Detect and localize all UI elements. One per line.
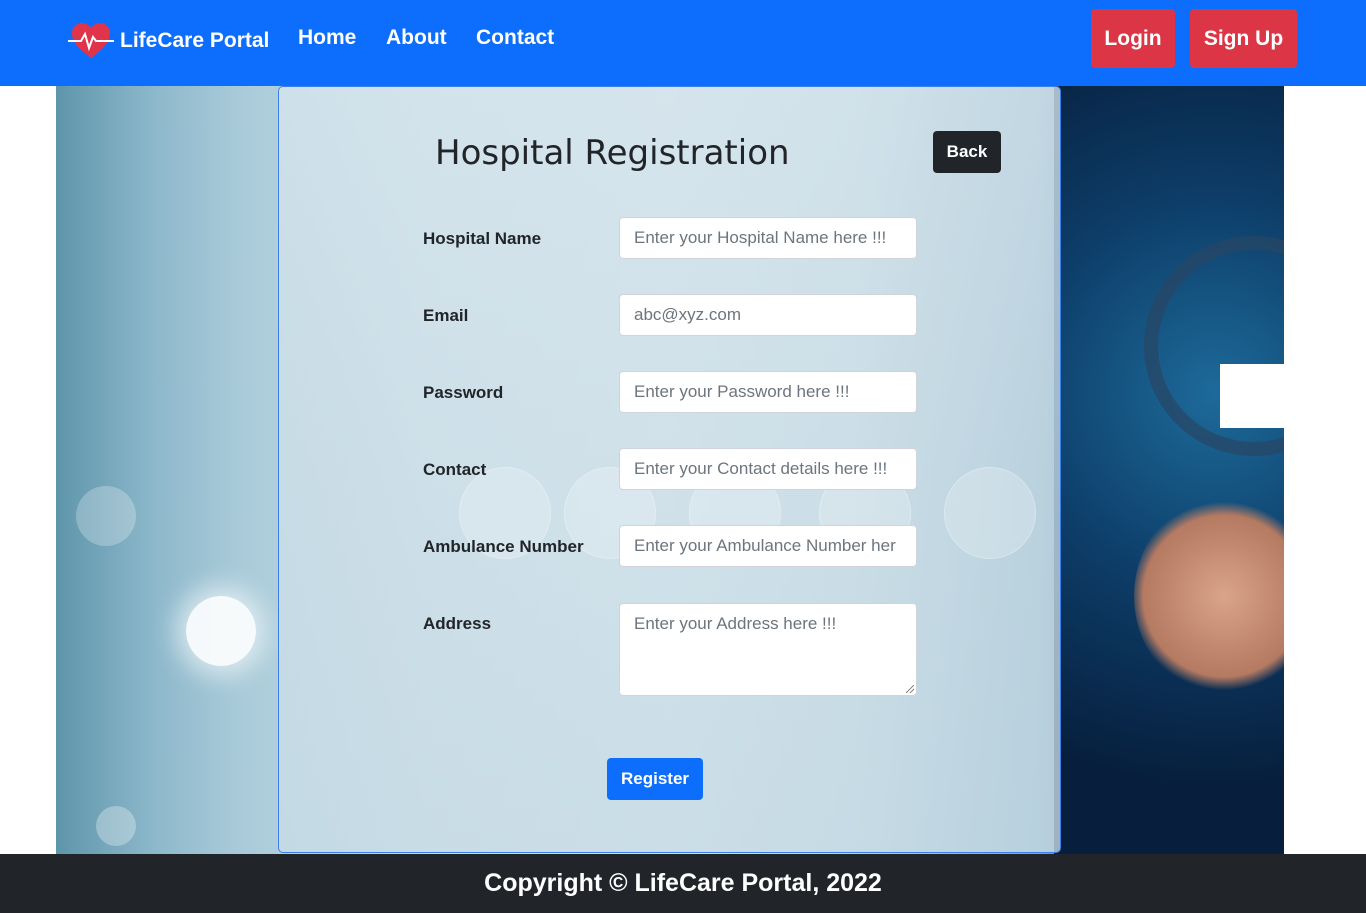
- login-button[interactable]: Login: [1091, 9, 1175, 68]
- copyright-text: Copyright © LifeCare Portal, 2022: [484, 869, 882, 897]
- registration-card: Hospital Registration Back Hospital Name…: [278, 86, 1061, 853]
- bokeh-light: [96, 806, 136, 846]
- hospital-name-label: Hospital Name: [423, 229, 542, 248]
- navbar: LifeCare Portal Home About Contact Login…: [0, 0, 1366, 86]
- address-textarea[interactable]: Enter your Address here !!!: [619, 603, 917, 696]
- contact-input[interactable]: Enter your Contact details here !!!: [619, 448, 917, 490]
- contact-label: Contact: [423, 460, 487, 479]
- password-input[interactable]: Enter your Password here !!!: [619, 371, 917, 413]
- brand[interactable]: LifeCare Portal: [68, 20, 269, 62]
- hand-image: [1134, 496, 1284, 696]
- password-label: Password: [423, 383, 504, 402]
- email-label: Email: [423, 306, 469, 325]
- address-placeholder: Enter your Address here !!!: [634, 614, 837, 633]
- hospital-name-input[interactable]: Enter your Hospital Name here !!!: [619, 217, 917, 259]
- nav-home-link[interactable]: Home: [298, 26, 356, 50]
- signup-button[interactable]: Sign Up: [1190, 9, 1297, 68]
- nav-about-link[interactable]: About: [386, 26, 447, 50]
- heart-pulse-icon: [68, 20, 114, 62]
- register-button[interactable]: Register: [607, 758, 703, 800]
- address-label: Address: [423, 614, 492, 633]
- tech-hand-image: [1054, 86, 1284, 854]
- email-input[interactable]: abc@xyz.com: [619, 294, 917, 336]
- nav-contact-link[interactable]: Contact: [476, 26, 554, 50]
- brand-name: LifeCare Portal: [120, 29, 270, 52]
- back-button[interactable]: Back: [933, 131, 1001, 173]
- footer: Copyright © LifeCare Portal, 2022: [0, 854, 1366, 913]
- screen-highlight: [1220, 364, 1284, 428]
- bokeh-light: [186, 596, 256, 666]
- ambulance-number-input[interactable]: Enter your Ambulance Number her: [619, 525, 917, 567]
- shield-plus-icon: [944, 467, 1036, 559]
- resize-handle[interactable]: [906, 685, 914, 693]
- page-title: Hospital Registration: [435, 133, 790, 173]
- bokeh-light: [76, 486, 136, 546]
- ambulance-number-label: Ambulance Number: [423, 537, 584, 556]
